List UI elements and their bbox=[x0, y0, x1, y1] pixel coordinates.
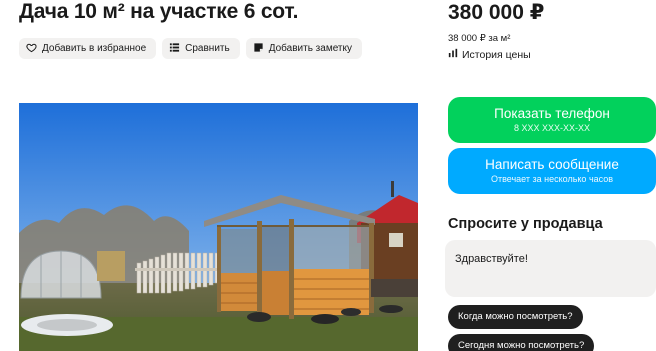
quick-question-chip[interactable]: Когда можно посмотреть? bbox=[448, 305, 583, 329]
listing-title: Дача 10 м² на участке 6 сот. bbox=[19, 0, 299, 23]
add-to-favorites-label: Добавить в избранное bbox=[42, 43, 147, 54]
message-input[interactable] bbox=[455, 253, 646, 265]
price: 380 000 ₽ bbox=[448, 1, 545, 24]
price-history-link[interactable]: История цены bbox=[448, 48, 531, 61]
add-to-favorites-button[interactable]: Добавить в избранное bbox=[19, 38, 157, 59]
quick-question-chip[interactable]: Сегодня можно посмотреть? bbox=[448, 334, 595, 351]
add-note-label: Добавить заметку bbox=[268, 43, 352, 54]
ask-seller-box bbox=[445, 240, 656, 297]
compare-label: Сравнить bbox=[185, 43, 230, 54]
note-icon bbox=[253, 42, 264, 56]
response-time: Отвечает за несколько часов bbox=[490, 174, 614, 184]
chart-icon bbox=[448, 48, 458, 61]
show-phone-button[interactable]: Показать телефон 8 XXX XXX-XX-XX bbox=[448, 97, 656, 143]
add-note-button[interactable]: Добавить заметку bbox=[245, 38, 362, 59]
ask-seller-title: Спросите у продавца bbox=[448, 216, 603, 232]
write-message-label: Написать сообщение bbox=[485, 157, 619, 172]
write-message-button[interactable]: Написать сообщение Отвечает за несколько… bbox=[448, 148, 656, 194]
price-history-label: История цены bbox=[462, 48, 531, 61]
compare-icon bbox=[169, 42, 180, 56]
heart-icon bbox=[26, 42, 37, 56]
phone-masked: 8 XXX XXX-XX-XX bbox=[513, 123, 591, 133]
compare-button[interactable]: Сравнить bbox=[162, 38, 240, 59]
listing-actions: Добавить в избранное Сравнить Добавить з… bbox=[19, 38, 362, 59]
listing-photo[interactable] bbox=[19, 103, 418, 351]
price-per-meter: 38 000 ₽ за м² bbox=[448, 33, 511, 44]
show-phone-label: Показать телефон bbox=[494, 106, 610, 121]
